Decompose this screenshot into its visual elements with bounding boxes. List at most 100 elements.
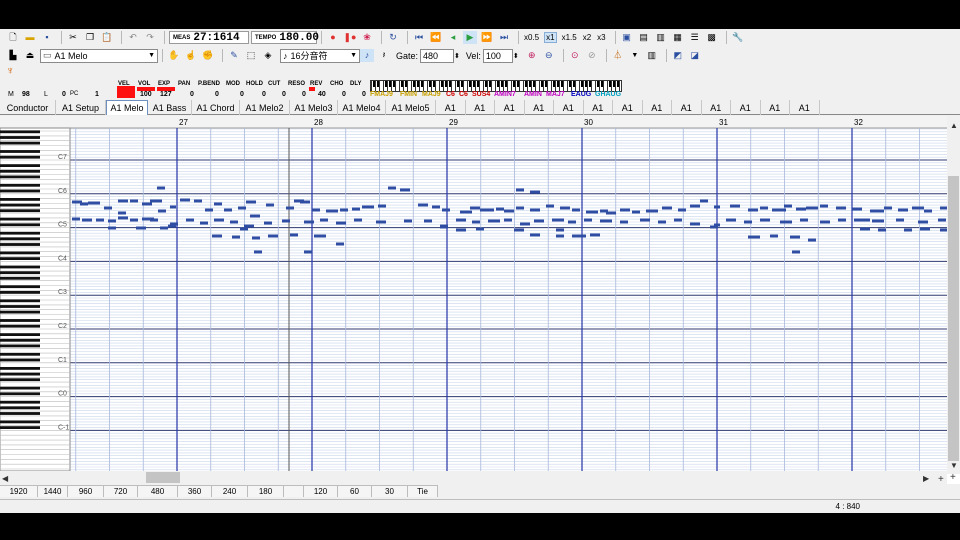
go-to-end-icon[interactable]: ⏭: [497, 31, 511, 44]
grid-zoom-120[interactable]: 120: [304, 485, 338, 497]
tempo-zoom-x0.5[interactable]: x0.5: [523, 33, 540, 42]
tab-a1[interactable]: A1: [761, 100, 790, 115]
mixer-window-icon[interactable]: ▦: [671, 31, 685, 44]
keyboard-window-icon[interactable]: ▩: [705, 31, 719, 44]
grid-icon[interactable]: ▥: [645, 49, 659, 62]
track-select[interactable]: ▭ A1 Melo ▼: [40, 48, 158, 63]
rewind-icon[interactable]: ◂: [446, 31, 460, 44]
copy-icon[interactable]: ❐: [83, 31, 97, 44]
mini-key-line: [387, 81, 388, 91]
midi-note: [792, 250, 800, 254]
open-folder-icon[interactable]: ▬: [23, 31, 37, 44]
fast-forward-icon[interactable]: ⏩: [480, 31, 494, 44]
snap-icon[interactable]: ◪: [688, 49, 702, 62]
track-up-icon[interactable]: ⏏: [23, 49, 37, 62]
pointer-tool-icon[interactable]: ☝: [184, 49, 198, 62]
midi-note: [88, 201, 100, 205]
piano-roll[interactable]: 27 28 29 30 31 32 C7 C6 C5 C4 C3 C2 C1 C0 C-1 ▲ ▼ + ◀ ▶ +: [0, 116, 960, 484]
eraser-icon[interactable]: ◈: [261, 49, 275, 62]
tab-a1[interactable]: A1: [495, 100, 525, 115]
midi-note: [690, 222, 700, 226]
tab-a1-setup[interactable]: A1 Setup: [56, 100, 106, 115]
piano-roll-canvas[interactable]: 27 28 29 30 31 32 C7 C6 C5 C4 C3 C2 C1 C0 C-1 ▲ ▼ + ◀ ▶ +: [0, 116, 960, 484]
step-record-icon[interactable]: ❚●: [343, 31, 357, 44]
pencil-tool-icon[interactable]: ✎: [227, 49, 241, 62]
track-window-icon[interactable]: ▤: [637, 31, 651, 44]
tab-a1[interactable]: A1: [643, 100, 672, 115]
save-icon[interactable]: ▪: [40, 31, 54, 44]
tab-a1-chord[interactable]: A1 Chord: [192, 100, 240, 115]
tempo-zoom-x1.5[interactable]: x1.5: [561, 33, 578, 42]
grid-zoom-60[interactable]: 60: [338, 485, 372, 497]
paste-icon[interactable]: 📋: [100, 31, 114, 44]
grid-zoom-180[interactable]: 180: [248, 485, 284, 497]
tab-a1[interactable]: A1: [525, 100, 554, 115]
select-rect-icon[interactable]: ⬚: [244, 49, 258, 62]
undo-icon[interactable]: ↶: [126, 31, 140, 44]
mini-key-line: [587, 81, 588, 91]
window-icon[interactable]: ▣: [620, 31, 634, 44]
main-toolbar: 🗋 ▬ ▪ ✂ ❐ 📋 ↶ ↷ MEAS 27:1614 TEMPO 180.0…: [0, 29, 960, 46]
grab-tool-icon[interactable]: ✊: [201, 49, 215, 62]
piano-roll-window-icon[interactable]: ▥: [654, 31, 668, 44]
tab-a1[interactable]: A1: [613, 100, 643, 115]
tab-a1-melo4[interactable]: A1 Melo4: [338, 100, 386, 115]
tempo-zoom-x3[interactable]: x3: [596, 33, 606, 42]
grid-zoom-1440[interactable]: 1440: [38, 485, 68, 497]
tab-a1-melo[interactable]: A1 Melo: [106, 100, 148, 115]
event-list-icon[interactable]: ☰: [688, 31, 702, 44]
zoom-reset-icon[interactable]: ⊘: [585, 49, 599, 62]
tab-a1[interactable]: A1: [790, 100, 820, 115]
note-length-select[interactable]: ♪ 16分音符 ▼: [280, 48, 360, 63]
settings-wrench-icon[interactable]: 🔧: [731, 31, 745, 44]
rest-icon[interactable]: 𝄽: [377, 49, 391, 62]
gate-spin-icon[interactable]: ⬍: [454, 52, 460, 60]
hand-tool-icon[interactable]: ✋: [167, 49, 181, 62]
black-key: [0, 203, 40, 207]
chevron-down-icon[interactable]: ▼: [628, 49, 642, 62]
gate-input[interactable]: 480: [420, 48, 455, 63]
grid-zoom-720[interactable]: 720: [104, 485, 138, 497]
tab-a1-melo2[interactable]: A1 Melo2: [240, 100, 290, 115]
grid-zoom-240[interactable]: 240: [212, 485, 248, 497]
grid-zoom-360[interactable]: 360: [178, 485, 212, 497]
tab-a1[interactable]: A1: [436, 100, 466, 115]
repeat-icon[interactable]: ↻: [386, 31, 400, 44]
redo-icon[interactable]: ↷: [143, 31, 157, 44]
tab-a1[interactable]: A1: [702, 100, 731, 115]
tempo-zoom-x1[interactable]: x1: [544, 32, 557, 43]
cut-icon[interactable]: ✂: [66, 31, 80, 44]
loop-record-icon[interactable]: ❀: [360, 31, 374, 44]
tab-a1[interactable]: A1: [731, 100, 761, 115]
zoom-in-icon[interactable]: ⊕: [525, 49, 539, 62]
metronome-icon[interactable]: ⏃: [611, 49, 625, 62]
quantize-icon[interactable]: ◩: [671, 49, 685, 62]
guitar-icon[interactable]: ♆: [6, 65, 14, 77]
midi-note: [238, 206, 246, 210]
velocity-input[interactable]: 100: [482, 48, 513, 63]
grid-zoom-1920[interactable]: 1920: [0, 485, 38, 497]
note-input-icon[interactable]: ♪: [360, 49, 374, 62]
tab-a1-melo3[interactable]: A1 Melo3: [290, 100, 338, 115]
tab-conductor[interactable]: Conductor: [0, 100, 56, 115]
tab-a1[interactable]: A1: [466, 100, 495, 115]
zoom-out-icon[interactable]: ⊖: [542, 49, 556, 62]
grid-zoom-tie[interactable]: Tie: [408, 485, 438, 497]
new-file-icon[interactable]: 🗋: [6, 31, 20, 44]
grid-zoom-480[interactable]: 480: [138, 485, 178, 497]
tab-a1[interactable]: A1: [554, 100, 584, 115]
grid-zoom-960[interactable]: 960: [68, 485, 104, 497]
zoom-fit-icon[interactable]: ⊙: [568, 49, 582, 62]
tab-a1[interactable]: A1: [672, 100, 702, 115]
tab-a1[interactable]: A1: [584, 100, 613, 115]
tab-a1-melo5[interactable]: A1 Melo5: [386, 100, 436, 115]
fast-rewind-icon[interactable]: ⏪: [429, 31, 443, 44]
tempo-zoom-x2[interactable]: x2: [582, 33, 592, 42]
play-icon[interactable]: ▶: [463, 31, 477, 44]
tab-a1-bass[interactable]: A1 Bass: [148, 100, 192, 115]
go-to-start-icon[interactable]: ⏮: [412, 31, 426, 44]
grid-zoom-30[interactable]: 30: [372, 485, 408, 497]
midi-note: [852, 207, 862, 211]
velocity-spin-icon[interactable]: ⬍: [513, 52, 519, 60]
record-icon[interactable]: ●: [326, 31, 340, 44]
